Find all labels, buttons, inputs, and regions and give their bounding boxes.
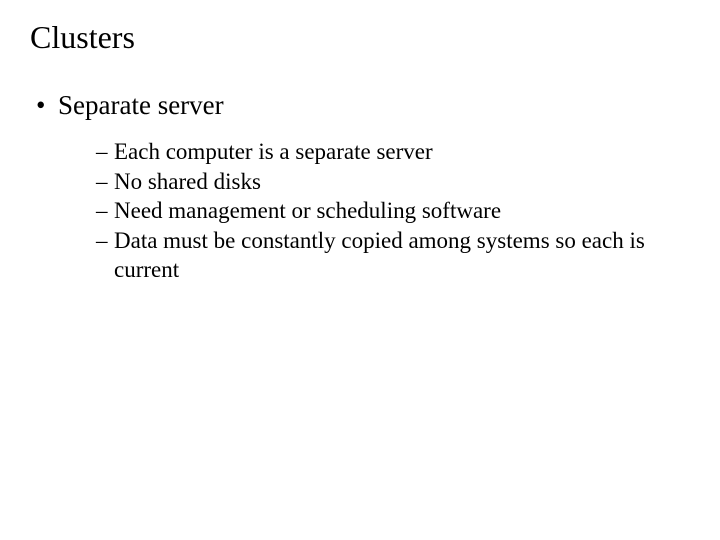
list-item-text: Each computer is a separate server — [114, 139, 433, 164]
dash-icon: – — [96, 167, 108, 196]
list-item: • Separate server — [30, 88, 690, 123]
list-item-text: Need management or scheduling software — [114, 198, 501, 223]
list-item: – No shared disks — [96, 167, 690, 196]
sub-list: – Each computer is a separate server – N… — [30, 137, 690, 284]
list-item-text: Separate server — [58, 90, 224, 120]
dash-icon: – — [96, 196, 108, 225]
list-item-text: No shared disks — [114, 169, 261, 194]
list-item: – Data must be constantly copied among s… — [96, 226, 690, 285]
dash-icon: – — [96, 226, 108, 255]
list-item-text: Data must be constantly copied among sys… — [114, 228, 645, 282]
bullet-icon: • — [36, 88, 45, 123]
slide: Clusters • Separate server – Each comput… — [0, 0, 720, 540]
slide-title: Clusters — [30, 18, 690, 56]
list-item: – Each computer is a separate server — [96, 137, 690, 166]
list-item: – Need management or scheduling software — [96, 196, 690, 225]
dash-icon: – — [96, 137, 108, 166]
